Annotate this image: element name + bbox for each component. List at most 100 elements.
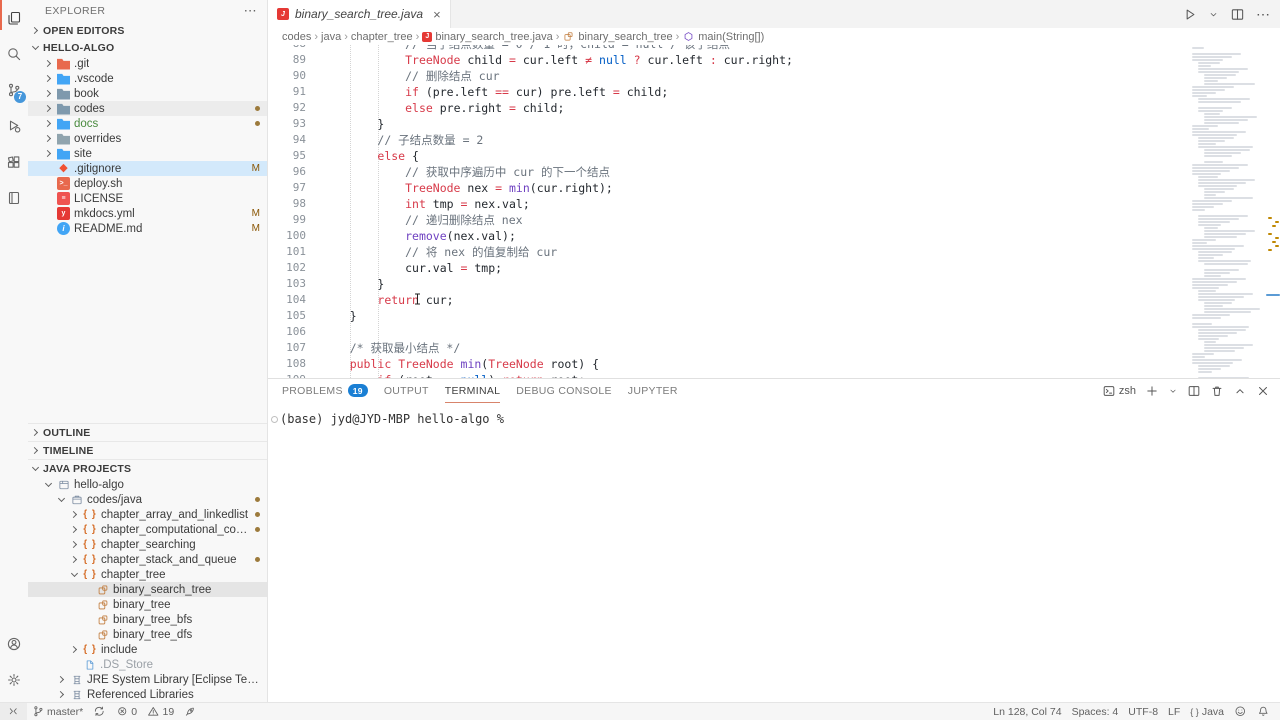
line-text: else { xyxy=(322,148,419,164)
notebook-icon[interactable] xyxy=(0,180,28,216)
class-icon xyxy=(96,583,109,596)
maximize-panel-icon[interactable] xyxy=(1233,384,1247,398)
status-warnings[interactable]: 19 xyxy=(142,703,179,720)
status-encoding[interactable]: UTF-8 xyxy=(1123,703,1163,720)
breadcrumb-item-binary_search_tree[interactable]: binary_search_tree xyxy=(562,30,672,43)
tree-item-chapter_searching[interactable]: { }chapter_searching xyxy=(28,537,267,552)
tree-item-chapter_tree[interactable]: { }chapter_tree xyxy=(28,567,267,582)
panel-tab-problems[interactable]: PROBLEMS19 xyxy=(282,379,368,403)
code-line: 103 } xyxy=(268,276,1280,292)
tree-item-codes-java[interactable]: codes/java xyxy=(28,492,267,507)
search-icon[interactable] xyxy=(0,36,28,72)
tree-item-.git[interactable]: .git xyxy=(28,56,267,71)
minimap-line xyxy=(1198,290,1216,292)
minimap-line xyxy=(1198,335,1228,337)
more-actions-icon[interactable]: ⋯ xyxy=(1256,6,1270,23)
run-button[interactable] xyxy=(1182,7,1197,22)
yaml-icon: y xyxy=(57,207,70,220)
panel-tab-jupyter[interactable]: JUPYTER xyxy=(628,379,678,403)
tree-item-chapter_computational_complexity[interactable]: { }chapter_computational_complexity xyxy=(28,522,267,537)
breadcrumb-item-codes[interactable]: codes xyxy=(282,31,311,43)
tree-item-overrides[interactable]: overrides xyxy=(28,131,267,146)
section-hello-algo[interactable]: HELLO-ALGO xyxy=(28,39,267,56)
close-tab-icon[interactable]: × xyxy=(433,7,441,22)
split-terminal-icon[interactable] xyxy=(1187,384,1201,398)
tree-item-binary_tree_bfs[interactable]: binary_tree_bfs xyxy=(28,612,267,627)
tree-item-binary_tree[interactable]: binary_tree xyxy=(28,597,267,612)
close-panel-icon[interactable] xyxy=(1256,384,1270,398)
code-editor[interactable]: 88 // 当子结点数量 = 0 / 1 时，child = null / 该子… xyxy=(268,45,1280,378)
minimap-line xyxy=(1198,98,1250,100)
settings-icon[interactable] xyxy=(0,662,28,698)
tab-binary-search-tree-java[interactable]: J binary_search_tree.java × xyxy=(268,0,451,28)
tree-item-readme.md[interactable]: iREADME.mdM xyxy=(28,221,267,236)
tree-item-hello-algo[interactable]: hello-algo xyxy=(28,477,267,492)
tree-item-label: deploy.sh xyxy=(74,178,122,190)
run-dropdown-icon[interactable] xyxy=(1208,9,1219,20)
breadcrumb-item-binary_search_tree.java[interactable]: Jbinary_search_tree.java xyxy=(422,31,552,43)
breadcrumb-item-java[interactable]: java xyxy=(321,31,341,43)
overview-ruler[interactable] xyxy=(1266,45,1280,378)
tree-item-label: .vscode xyxy=(74,73,114,85)
tree-item-deploy.sh[interactable]: >_deploy.sh xyxy=(28,176,267,191)
terminal[interactable]: (base) jyd@JYD-MBP hello-algo % xyxy=(268,403,1280,702)
terminal-dropdown-icon[interactable] xyxy=(1168,386,1178,396)
minimap-line xyxy=(1192,173,1221,175)
panel-tab-output[interactable]: OUTPUT xyxy=(384,379,429,403)
tree-item-referenced-libraries[interactable]: Referenced Libraries xyxy=(28,687,267,702)
breadcrumb-item-main-string---[interactable]: main(String[]) xyxy=(682,30,764,43)
explorer-icon[interactable] xyxy=(0,0,28,36)
minimap-line xyxy=(1204,350,1235,352)
section-open-editors[interactable]: OPEN EDITORS xyxy=(28,22,267,39)
status-errors[interactable]: 0 xyxy=(111,703,142,720)
minimap-line xyxy=(1204,77,1227,79)
split-editor-icon[interactable] xyxy=(1230,7,1245,22)
minimap-line xyxy=(1204,113,1220,115)
breadcrumb-item-chapter_tree[interactable]: chapter_tree xyxy=(351,31,413,43)
tree-item-binary_tree_dfs[interactable]: binary_tree_dfs xyxy=(28,627,267,642)
status-cursor-position[interactable]: Ln 128, Col 74 xyxy=(988,703,1066,720)
status-indentation[interactable]: Spaces: 4 xyxy=(1067,703,1124,720)
account-icon[interactable] xyxy=(0,626,28,662)
panel-tab-debug-console[interactable]: DEBUG CONSOLE xyxy=(516,379,612,403)
line-number: 100 xyxy=(268,228,306,244)
kill-terminal-icon[interactable] xyxy=(1210,384,1224,398)
tree-item-chapter_array_and_linkedlist[interactable]: { }chapter_array_and_linkedlist xyxy=(28,507,267,522)
status-remote-indicator[interactable] xyxy=(0,703,27,720)
tree-item-jre-system-library--eclipse-temurin-17--17....[interactable]: JRE System Library [Eclipse Temurin 17 [… xyxy=(28,672,267,687)
minimap-line xyxy=(1198,254,1223,256)
status-eol[interactable]: LF xyxy=(1163,703,1185,720)
tree-item-.gitignore[interactable]: ◆.gitignoreM xyxy=(28,161,267,176)
minimap-line xyxy=(1198,179,1255,181)
new-terminal-icon[interactable] xyxy=(1145,384,1159,398)
tree-item-site[interactable]: site xyxy=(28,146,267,161)
status-notifications[interactable] xyxy=(1252,703,1275,720)
panel-tab-terminal[interactable]: TERMINAL xyxy=(445,379,501,403)
tree-item-codes[interactable]: codes xyxy=(28,101,267,116)
section-java-projects[interactable]: JAVA PROJECTS xyxy=(28,459,267,477)
minimap[interactable] xyxy=(1190,47,1266,378)
source-control-icon[interactable]: 7 xyxy=(0,72,28,108)
status-git-branch[interactable]: master* xyxy=(27,703,89,720)
tree-item-.vscode[interactable]: .vscode xyxy=(28,71,267,86)
tree-item-book[interactable]: book xyxy=(28,86,267,101)
minimap-line xyxy=(1192,200,1232,202)
extensions-icon[interactable] xyxy=(0,144,28,180)
modified-dot-badge xyxy=(255,497,260,502)
tree-item-chapter_stack_and_queue[interactable]: { }chapter_stack_and_queue xyxy=(28,552,267,567)
more-actions-icon[interactable]: ⋯ xyxy=(244,3,257,19)
shell-selector[interactable]: zsh xyxy=(1102,384,1136,398)
tree-item-include[interactable]: { }include xyxy=(28,642,267,657)
status-language-mode[interactable]: { }Java xyxy=(1185,703,1229,720)
tree-item-docs[interactable]: docs xyxy=(28,116,267,131)
run-debug-icon[interactable] xyxy=(0,108,28,144)
status-sync[interactable] xyxy=(88,703,111,720)
tree-item-mkdocs.yml[interactable]: ymkdocs.ymlM xyxy=(28,206,267,221)
tree-item-.ds_store[interactable]: .DS_Store xyxy=(28,657,267,672)
status-feedback[interactable] xyxy=(1229,703,1252,720)
tree-item-binary_search_tree[interactable]: binary_search_tree xyxy=(28,582,267,597)
section-outline[interactable]: OUTLINE xyxy=(28,423,267,441)
tree-item-license[interactable]: ≡LICENSE xyxy=(28,191,267,206)
status-java-status[interactable] xyxy=(179,703,202,720)
section-timeline[interactable]: TIMELINE xyxy=(28,441,267,459)
